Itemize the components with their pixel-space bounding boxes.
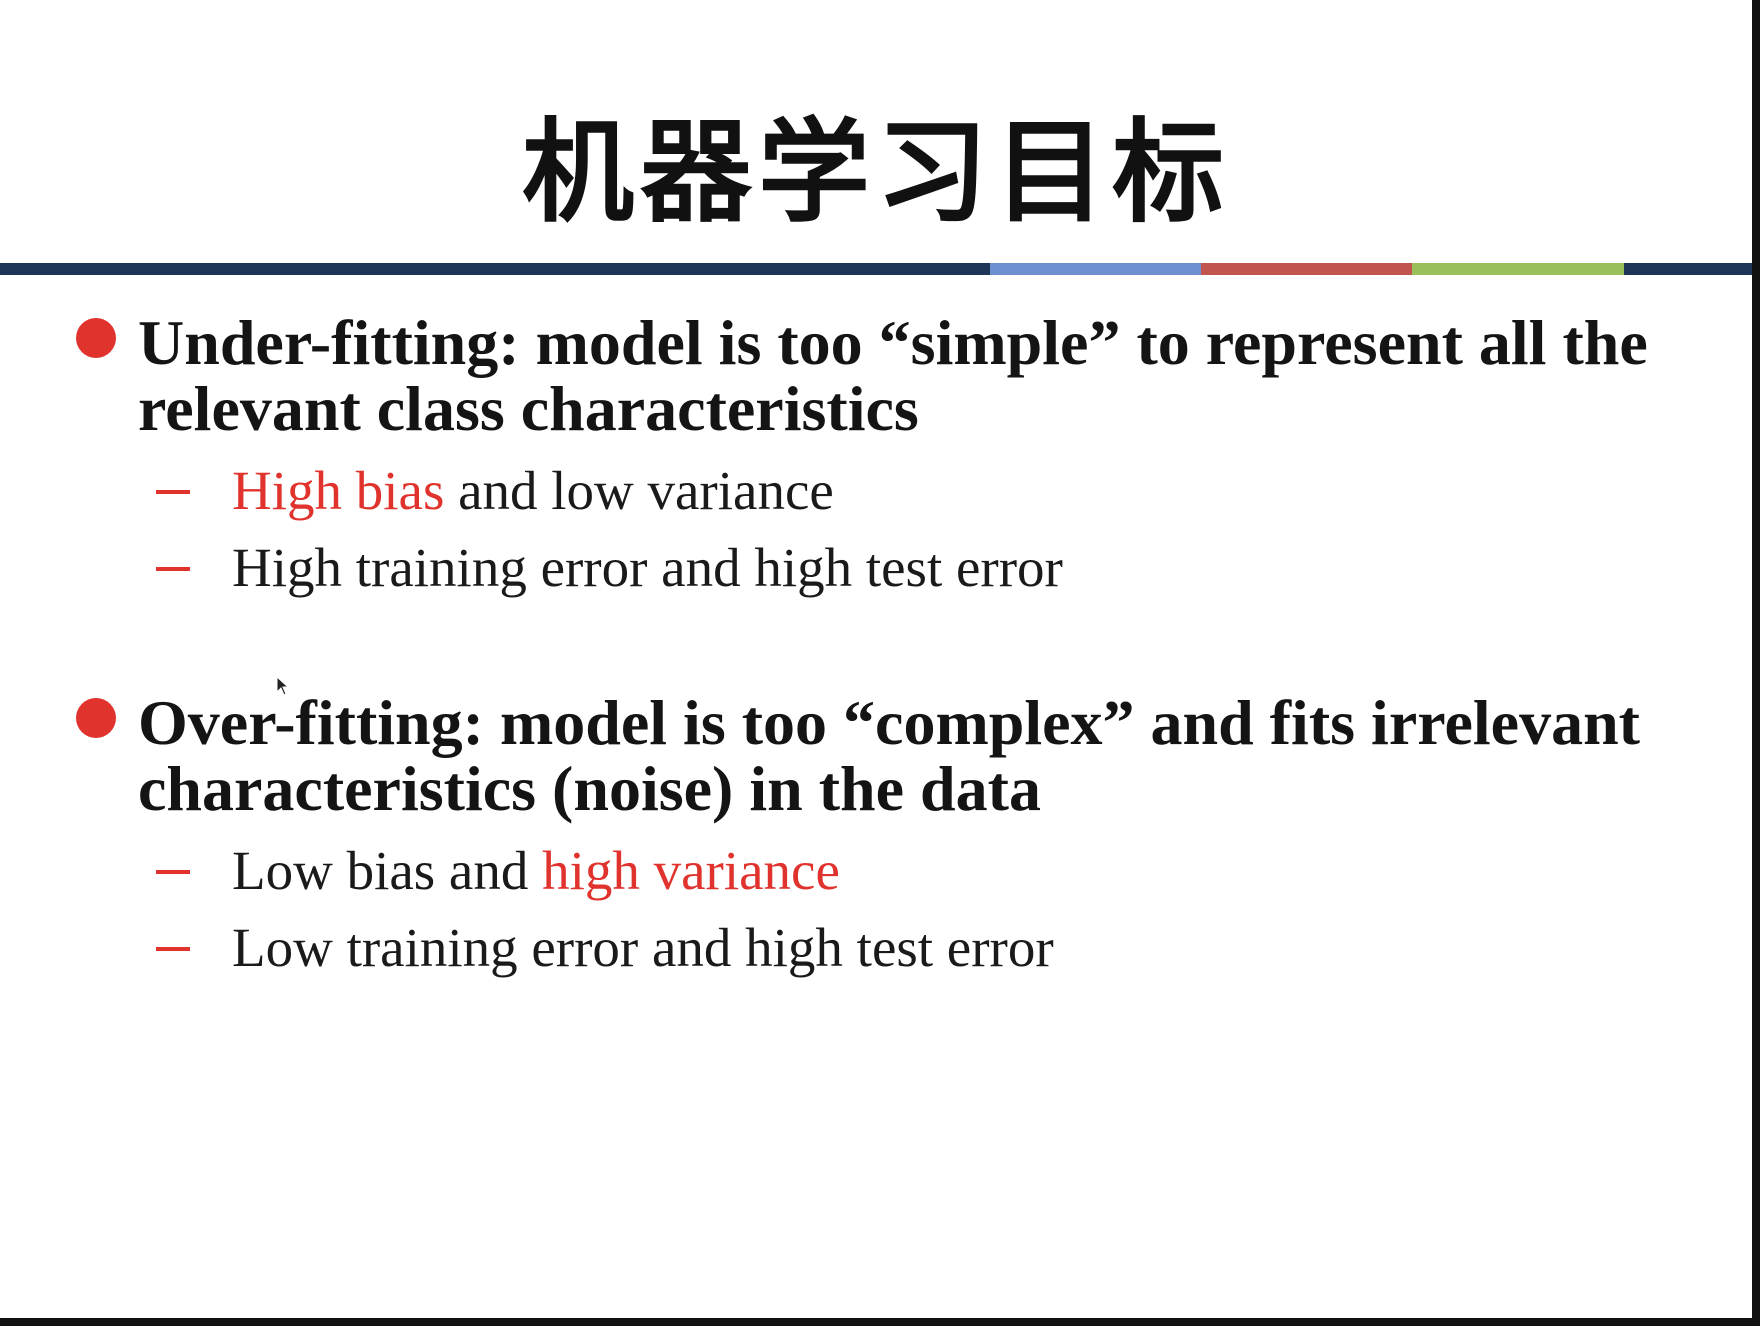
high-bias-highlight: High bias [232,460,445,521]
overfitting-item-variance: Low bias and high variance [156,841,840,901]
dash-icon [156,870,190,875]
window-edge-right [1752,0,1760,1326]
underfitting-heading: Under-fitting: model is too “simple” to … [138,307,1648,444]
dash-icon [156,567,190,572]
underfitting-item-bias: High bias and low variance [156,461,834,521]
overfitting-heading: Over-fitting: model is too “complex” and… [138,687,1640,824]
dash-icon [156,490,190,495]
variance-lead-text: Low bias and [232,840,543,901]
slide-content: Under-fitting: model is too “simple” to … [0,0,1752,1318]
mouse-pointer-icon [276,676,288,696]
overfitting-error-text: Low training error and high test error [232,917,1054,978]
bullet-dot-icon [76,698,116,738]
high-variance-highlight: high variance [542,840,840,901]
underfitting-item-error: High training error and high test error [156,538,1063,598]
overfitting-item-error: Low training error and high test error [156,918,1054,978]
presentation-slide: 机器学习目标 Under-fitting: model is too “simp… [0,0,1752,1318]
underfitting-error-text: High training error and high test error [232,537,1063,598]
bias-rest-text: and low variance [444,460,834,521]
window-edge-bottom [0,1318,1760,1326]
bullet-dot-icon [76,318,116,358]
dash-icon [156,947,190,952]
